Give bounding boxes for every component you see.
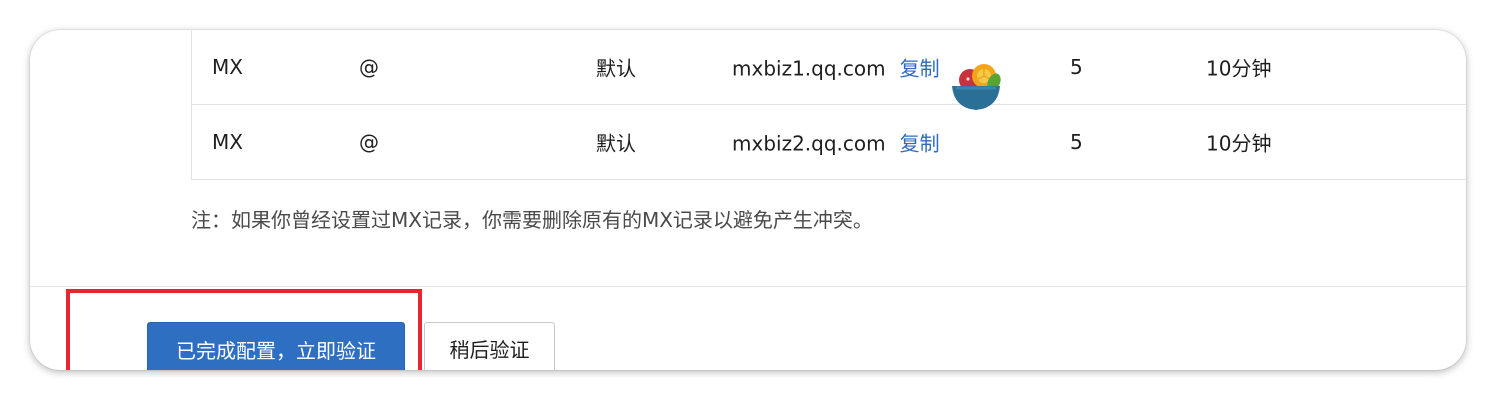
mx-conflict-note: 注：如果你曾经设置过MX记录，你需要删除原有的MX记录以避免产生冲突。 [191, 208, 873, 232]
record-line: 默认 [596, 131, 636, 156]
copy-link[interactable]: 复制 [900, 57, 940, 81]
app-window: MX @ 默认 mxbiz1.qq.com 复制 5 10分钟 MX @ 默认 m… [30, 30, 1466, 370]
record-value: mxbiz2.qq.com [732, 131, 886, 156]
record-value-cell: mxbiz1.qq.com 复制 [732, 53, 940, 82]
record-host: @ [359, 55, 379, 79]
record-type: MX [212, 130, 243, 154]
record-line: 默认 [596, 56, 636, 81]
record-host: @ [359, 130, 379, 154]
record-type: MX [212, 55, 243, 79]
verify-later-button[interactable]: 稍后验证 [424, 322, 555, 370]
record-priority: 5 [1070, 55, 1083, 79]
record-ttl: 10分钟 [1206, 56, 1272, 81]
confirm-verify-button[interactable]: 已完成配置，立即验证 [147, 322, 405, 370]
record-ttl: 10分钟 [1206, 131, 1272, 156]
record-priority: 5 [1070, 130, 1083, 154]
screenshot-stage: MX @ 默认 mxbiz1.qq.com 复制 5 10分钟 MX @ 默认 m… [0, 0, 1496, 400]
dns-records-table: MX @ 默认 mxbiz1.qq.com 复制 5 10分钟 MX @ 默认 m… [191, 30, 1466, 180]
record-value-cell: mxbiz2.qq.com 复制 [732, 128, 940, 157]
record-value: mxbiz1.qq.com [732, 56, 886, 81]
table-row: MX @ 默认 mxbiz2.qq.com 复制 5 10分钟 [192, 104, 1466, 179]
section-divider [30, 286, 1466, 287]
table-row: MX @ 默认 mxbiz1.qq.com 复制 5 10分钟 [192, 30, 1466, 104]
fruit-bowl-emoji-icon [952, 64, 1001, 110]
copy-link[interactable]: 复制 [900, 132, 940, 156]
